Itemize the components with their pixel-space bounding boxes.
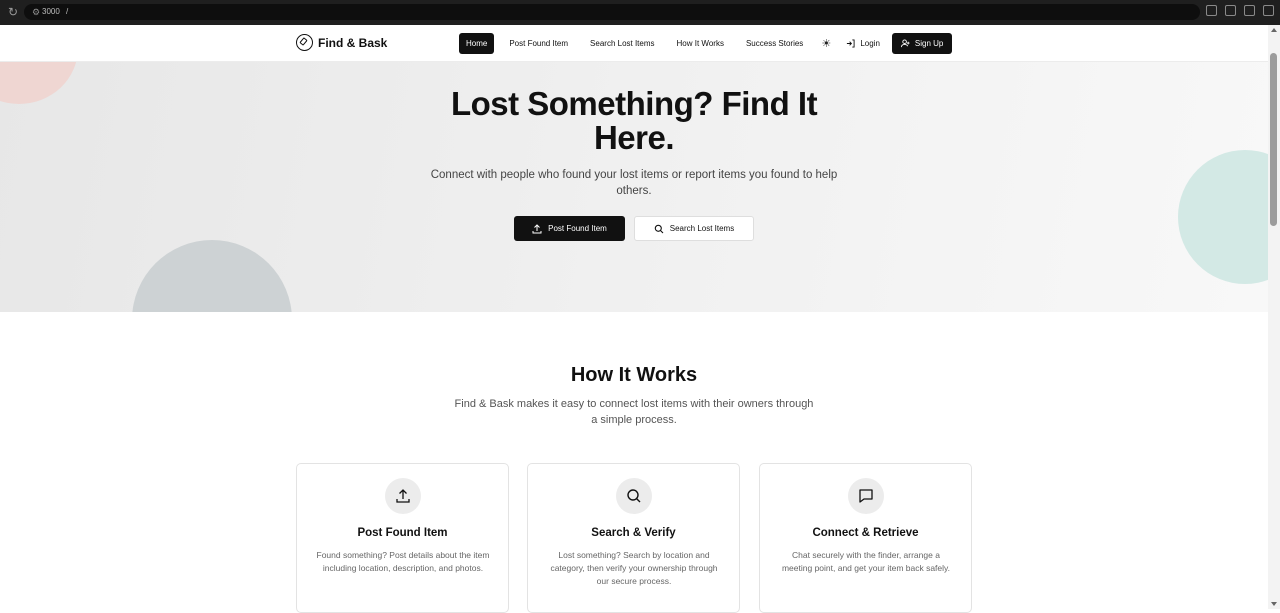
- scroll-thumb[interactable]: [1270, 53, 1277, 226]
- nav-link-post-found-item[interactable]: Post Found Item: [502, 33, 575, 54]
- chat-icon: [848, 478, 884, 514]
- card-description: Found something? Post details about the …: [316, 550, 490, 573]
- scroll-down-arrow-icon[interactable]: [1271, 602, 1277, 606]
- split-view-icon[interactable]: [1263, 5, 1274, 16]
- search-icon: [616, 478, 652, 514]
- post-found-item-label: Post Found Item: [548, 224, 607, 233]
- browser-toolbar: ↻ ⚙ 3000 /: [0, 0, 1280, 25]
- extensions-icon[interactable]: [1244, 5, 1255, 16]
- hero-subtitle: Connect with people who found your lost …: [430, 169, 838, 197]
- nav-link-search-lost-items[interactable]: Search Lost Items: [583, 33, 661, 54]
- login-button[interactable]: Login: [840, 33, 886, 54]
- scroll-up-arrow-icon[interactable]: [1271, 28, 1277, 32]
- nav-link-success-stories[interactable]: Success Stories: [739, 33, 810, 54]
- upload-icon: [532, 223, 542, 233]
- how-it-works-subtitle: Find & Bask makes it easy to connect los…: [454, 398, 814, 426]
- login-icon: [847, 39, 855, 48]
- decorative-circle-teal: [1178, 150, 1268, 284]
- open-external-icon[interactable]: [1206, 5, 1217, 16]
- theme-toggle-sun-icon[interactable]: ☀: [818, 36, 834, 52]
- signup-button[interactable]: Sign Up: [891, 33, 953, 54]
- hero-title: Lost Something? Find It Here.: [450, 85, 818, 156]
- user-plus-icon: [900, 39, 910, 48]
- step-card-connect-retrieve: Connect & Retrieve Chat securely with th…: [759, 463, 972, 613]
- url-host: 3000: [42, 7, 60, 16]
- nav-link-how-it-works[interactable]: How It Works: [670, 33, 731, 54]
- url-path: /: [66, 7, 69, 16]
- site-info-icon[interactable]: ⚙: [32, 6, 40, 18]
- search-lost-items-label: Search Lost Items: [669, 224, 735, 233]
- decorative-circle-pink: [0, 62, 78, 104]
- card-title: Search & Verify: [591, 527, 676, 539]
- nav-link-home[interactable]: Home: [459, 33, 495, 54]
- scrollbar[interactable]: [1268, 25, 1280, 609]
- card-description: Chat securely with the finder, arrange a…: [781, 550, 951, 573]
- upload-icon: [385, 478, 421, 514]
- card-title: Post Found Item: [357, 527, 448, 539]
- nav-links: Home Post Found Item Search Lost Items H…: [459, 33, 953, 54]
- brand[interactable]: Find & Bask: [296, 34, 387, 51]
- step-card-search-verify: Search & Verify Lost something? Search b…: [527, 463, 740, 613]
- screenshot-icon[interactable]: [1225, 5, 1236, 16]
- hero-section: Lost Something? Find It Here. Connect wi…: [0, 62, 1268, 312]
- login-label: Login: [860, 39, 880, 48]
- how-it-works-title: How It Works: [570, 364, 698, 386]
- step-card-post-found-item: Post Found Item Found something? Post de…: [296, 463, 509, 613]
- brand-name: Find & Bask: [318, 35, 388, 50]
- compass-icon: [296, 34, 313, 51]
- card-title: Connect & Retrieve: [812, 527, 919, 539]
- search-icon: [654, 224, 664, 233]
- browser-tools: [1206, 5, 1274, 16]
- search-lost-items-button[interactable]: Search Lost Items: [634, 216, 754, 241]
- decorative-circle-gray: [132, 240, 292, 312]
- navbar: Find & Bask Home Post Found Item Search …: [0, 25, 1268, 62]
- address-bar[interactable]: ⚙ 3000 /: [24, 4, 1200, 20]
- post-found-item-button[interactable]: Post Found Item: [514, 216, 625, 241]
- signup-label: Sign Up: [914, 39, 944, 48]
- card-description: Lost something? Search by location and c…: [550, 550, 718, 586]
- reload-icon[interactable]: ↻: [6, 5, 20, 19]
